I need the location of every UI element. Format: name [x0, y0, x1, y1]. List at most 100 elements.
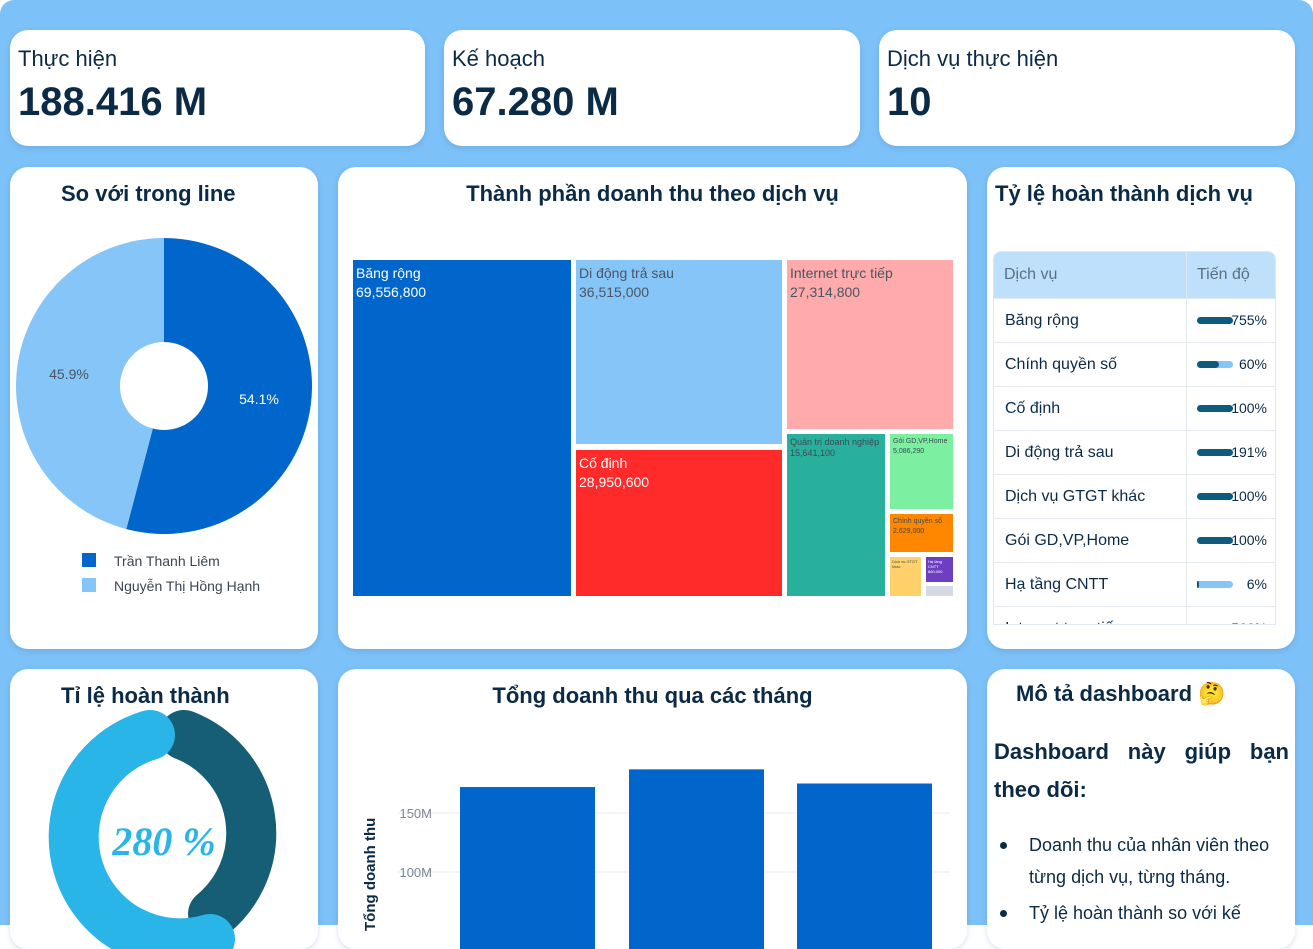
list-item: Tỷ lệ hoàn thành so với kế — [1029, 897, 1289, 929]
service-name: Hạ tầng CNTT — [994, 563, 1187, 606]
progress-card: Tỷ lệ hoàn thành dịch vụ Dịch vụ Tiến độ… — [987, 167, 1295, 649]
kpi-label: Dịch vụ thực hiện — [887, 46, 1058, 72]
y-tick-label: 100M — [399, 865, 432, 880]
tile-value: 880,000 — [928, 569, 951, 574]
tile-value: 2,629,000 — [893, 527, 950, 537]
table-body: Băng rộng755%Chính quyền số60%Cố định 100… — [994, 298, 1275, 625]
list-item: Doanh thu của nhân viên theo từng dịch v… — [1029, 829, 1289, 893]
service-name: Chính quyền số — [994, 343, 1187, 386]
progress-cell: 566% — [1187, 607, 1275, 625]
treemap-tile-other[interactable] — [926, 586, 953, 596]
gauge-chart: 280 % — [10, 669, 318, 949]
tile-name: Chính quyền số — [893, 517, 950, 527]
table-row[interactable]: Chính quyền số60% — [994, 342, 1275, 386]
progress-cell: 60% — [1187, 343, 1275, 386]
progress-bar — [1197, 449, 1233, 456]
progress-cell: 191% — [1187, 431, 1275, 474]
legend-swatch-1 — [82, 578, 96, 592]
bar-series — [460, 769, 932, 949]
table-row[interactable]: Dịch vụ GTGT khác100% — [994, 474, 1275, 518]
table-header: Dịch vụ Tiến độ — [994, 252, 1275, 298]
description-card: Mô tả dashboard 🤔 Dashboard này giúp bạn… — [987, 669, 1295, 949]
progress-bar-fill — [1197, 537, 1233, 544]
treemap-tile-co-dinh[interactable]: Cố định 28,950,600 — [576, 450, 782, 596]
progress-percent: 100% — [1231, 400, 1267, 416]
treemap-tile-dich-vu-gtgt-khac[interactable]: Dịch vụ GTGT khác — [890, 557, 921, 596]
service-name: Băng rộng — [994, 299, 1187, 342]
kpi-card-services: Dịch vụ thực hiện 10 — [879, 30, 1295, 146]
progress-cell: 100% — [1187, 475, 1275, 518]
progress-bar — [1197, 405, 1233, 412]
service-name: Gói GD,VP,Home — [994, 519, 1187, 562]
progress-percent: 566% — [1231, 620, 1267, 625]
table-row[interactable]: Gói GD,VP,Home 100% — [994, 518, 1275, 562]
tile-value: 36,515,000 — [579, 283, 779, 302]
progress-bar-fill — [1197, 317, 1233, 324]
donut-label-1: 45.9% — [49, 366, 89, 382]
service-name: Internet trực tiếp — [994, 607, 1187, 625]
service-name: Di động trả sau — [994, 431, 1187, 474]
tile-value: 27,314,800 — [790, 283, 950, 302]
treemap-tile-goi-gd-vp-home[interactable]: Gói GD,VP,Home 5,086,290 — [890, 434, 953, 509]
treemap-tile-quan-tri-doanh-nghiep[interactable]: Quản trị doanh nghiệp 15,641,100 — [787, 434, 885, 596]
tile-name: Băng rộng — [356, 264, 568, 283]
table-row[interactable]: Internet trực tiếp 566% — [994, 606, 1275, 625]
y-axis-label: Tổng doanh thu — [362, 818, 379, 931]
legend-label-1[interactable]: Nguyễn Thị Hồng Hạnh — [114, 578, 260, 594]
tile-value: 28,950,600 — [579, 473, 779, 492]
gauge-card: Tỉ lệ hoàn thành 280 % — [10, 669, 318, 949]
description-heading: Dashboard này giúp bạn theo dõi: — [994, 733, 1289, 809]
progress-bar — [1197, 581, 1233, 588]
tile-value: 5,086,290 — [893, 447, 950, 457]
progress-cell: 100% — [1187, 387, 1275, 430]
tile-name: Internet trực tiếp — [790, 264, 950, 283]
legend-label-0[interactable]: Trần Thanh Liêm — [114, 553, 220, 569]
treemap-tile-chinh-quyen-so[interactable]: Chính quyền số 2,629,000 — [890, 514, 953, 552]
bar-chart: 150M 100M Tổng doanh thu — [338, 669, 967, 949]
progress-bar — [1197, 493, 1233, 500]
tile-name: Gói GD,VP,Home — [893, 437, 950, 447]
description-title: Mô tả dashboard 🤔 — [1016, 681, 1226, 707]
progress-cell: 755% — [1187, 299, 1275, 342]
service-name: Cố định — [994, 387, 1187, 430]
donut-hole — [120, 342, 208, 430]
kpi-value: 188.416 M — [18, 80, 207, 125]
treemap-tile-internet-truc-tiep[interactable]: Internet trực tiếp 27,314,800 — [787, 260, 953, 429]
tile-name: Cố định — [579, 454, 779, 473]
progress-table[interactable]: Dịch vụ Tiến độ Băng rộng755%Chính quyền… — [993, 251, 1276, 625]
progress-bar-fill — [1197, 405, 1233, 412]
treemap-tile-ha-tang-cntt[interactable]: Hạ tầng CNTT 880,000 — [926, 557, 953, 582]
progress-bar-fill — [1197, 361, 1219, 368]
table-row[interactable]: Hạ tầng CNTT6% — [994, 562, 1275, 606]
progress-cell: 6% — [1187, 563, 1275, 606]
progress-bar — [1197, 361, 1233, 368]
kpi-label: Thực hiện — [18, 46, 117, 72]
tile-name: Hạ tầng CNTT — [928, 559, 951, 569]
table-row[interactable]: Di động trả sau191% — [994, 430, 1275, 474]
column-header-service[interactable]: Dịch vụ — [994, 252, 1187, 298]
donut-chart: 54.1% 45.9% Trần Thanh Liêm Nguyễn Thị H… — [10, 167, 318, 649]
kpi-card-actual: Thực hiện 188.416 M — [10, 30, 425, 146]
progress-bar-fill — [1197, 493, 1233, 500]
bar-month-3[interactable] — [797, 784, 932, 949]
tile-value: 15,641,100 — [790, 448, 882, 459]
progress-percent: 100% — [1231, 488, 1267, 504]
y-tick-label: 150M — [399, 806, 432, 821]
progress-cell: 100% — [1187, 519, 1275, 562]
table-row[interactable]: Cố định 100% — [994, 386, 1275, 430]
treemap-tile-di-dong-tra-sau[interactable]: Di động trả sau 36,515,000 — [576, 260, 782, 444]
kpi-label: Kế hoạch — [452, 46, 545, 72]
kpi-value: 10 — [887, 80, 932, 125]
bar-month-2[interactable] — [629, 769, 764, 949]
donut-label-0: 54.1% — [239, 391, 279, 407]
progress-bar — [1197, 317, 1233, 324]
progress-bar-fill — [1197, 449, 1233, 456]
progress-bar — [1197, 537, 1233, 544]
treemap-tile-bang-rong[interactable]: Băng rộng 69,556,800 — [353, 260, 571, 596]
table-row[interactable]: Băng rộng755% — [994, 298, 1275, 342]
tile-name: Dịch vụ GTGT khác — [892, 559, 919, 569]
column-header-progress[interactable]: Tiến độ — [1187, 266, 1250, 284]
progress-percent: 100% — [1231, 532, 1267, 548]
tile-name: Di động trả sau — [579, 264, 779, 283]
progress-bar-fill — [1197, 581, 1199, 588]
